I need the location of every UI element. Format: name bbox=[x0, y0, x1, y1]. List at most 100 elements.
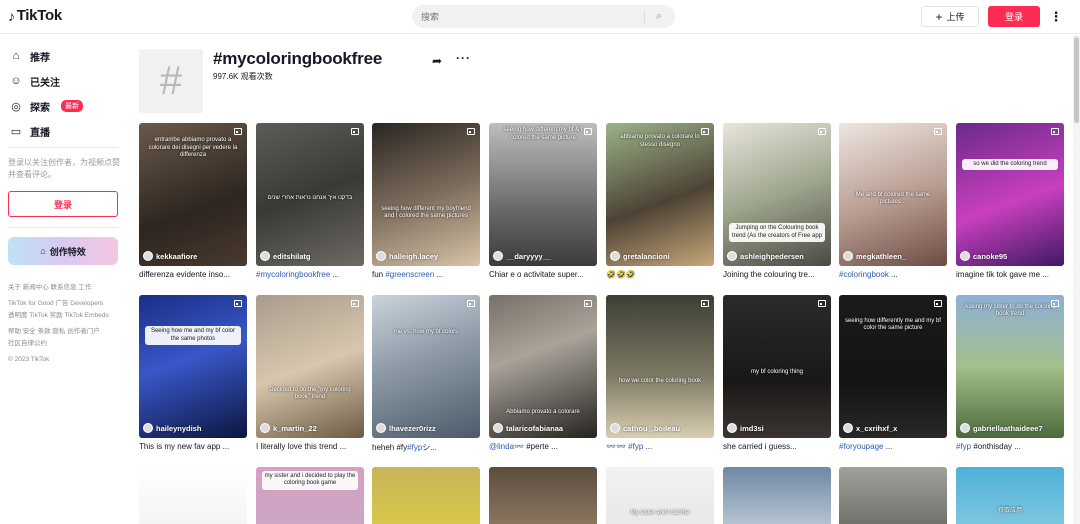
footer-links-row[interactable]: 帮助 安全 条款 隐私 创作者门户 bbox=[8, 327, 126, 336]
video-description[interactable]: 🤣🤣🤣 bbox=[606, 270, 714, 281]
video-description[interactable]: she carried i guess... bbox=[723, 442, 831, 453]
video-author[interactable]: editshilatg bbox=[260, 251, 311, 261]
video-description[interactable]: Chiar e o activitate super... bbox=[489, 270, 597, 281]
video-thumbnail[interactable] bbox=[139, 467, 247, 524]
video-description[interactable]: 👓👓 #fyp ... bbox=[606, 442, 714, 453]
video-author[interactable]: ashleighpedersen bbox=[727, 251, 804, 261]
video-author[interactable]: gretalancioni bbox=[610, 251, 670, 261]
video-author[interactable]: x_cxrihxf_x bbox=[843, 423, 897, 433]
video-card[interactable]: Decided to do the "my coloring book" tre… bbox=[256, 295, 364, 453]
video-author[interactable]: kekkaafiore bbox=[143, 251, 197, 261]
video-thumbnail[interactable]: how we color the coloring book cathou_.bo… bbox=[606, 295, 714, 438]
video-thumbnail[interactable]: Seeing how me and my bf color the same p… bbox=[139, 295, 247, 438]
video-description[interactable]: #mycoloringbookfree ... bbox=[256, 270, 364, 281]
hashtag-link[interactable]: #greenscreen bbox=[385, 270, 434, 279]
video-thumbnail[interactable]: my bf coloring thing imd3si bbox=[723, 295, 831, 438]
video-card[interactable]: 获取应用 bbox=[956, 467, 1064, 524]
video-description[interactable]: heheh #fy#fypシ... bbox=[372, 442, 480, 453]
video-author[interactable]: halleigh.lacey bbox=[376, 251, 438, 261]
video-card[interactable]: Me and bf colored the same pictures... me… bbox=[839, 123, 947, 281]
footer-links-row[interactable]: TikTok for Good 广告 Developers bbox=[8, 299, 126, 308]
hashtag-link[interactable]: #fyp bbox=[628, 442, 643, 451]
video-card[interactable]: how we color the coloring book cathou_.bo… bbox=[606, 295, 714, 453]
video-card[interactable]: entrambe abbiamo provato a colorare dei … bbox=[139, 123, 247, 281]
share-icon[interactable]: ➦ bbox=[432, 54, 442, 68]
video-thumbnail[interactable] bbox=[489, 467, 597, 524]
video-description[interactable]: #coloringbook ... bbox=[839, 270, 947, 281]
video-card[interactable]: me vs. how my bf colors lhavezer0rizz hehe… bbox=[372, 295, 480, 453]
video-thumbnail[interactable] bbox=[839, 467, 947, 524]
video-thumbnail[interactable]: me vs. how my bf colors lhavezer0rizz bbox=[372, 295, 480, 438]
sidebar-login-button[interactable]: 登录 bbox=[8, 191, 118, 217]
login-button[interactable]: 登录 bbox=[988, 6, 1040, 27]
video-thumbnail[interactable]: בדקנו איך אנחנו נראות אחרי שנים editshila… bbox=[256, 123, 364, 266]
video-description[interactable]: fun #greenscreen ... bbox=[372, 270, 480, 281]
video-card[interactable]: Asking my sister to do the coloring book… bbox=[956, 295, 1064, 453]
sidebar-item-for-you[interactable]: ⌂ 推荐 bbox=[10, 47, 50, 65]
hashtag-link[interactable]: #fyp bbox=[407, 443, 422, 452]
sidebar-item-explore[interactable]: ◎ 探索 最新 bbox=[10, 97, 83, 115]
video-description[interactable]: #fyp #onthisday ... bbox=[956, 442, 1064, 453]
video-card[interactable] bbox=[139, 467, 247, 524]
search-input[interactable] bbox=[412, 11, 644, 22]
video-thumbnail[interactable]: My sister and I did the bbox=[606, 467, 714, 524]
create-effects-button[interactable]: ⌂ 创作特效 bbox=[8, 237, 118, 265]
video-card[interactable]: seeing how different my bf & I colored t… bbox=[489, 123, 597, 281]
video-author[interactable]: gabriellaathaideee7 bbox=[960, 423, 1043, 433]
search-icon[interactable]: ⌕ bbox=[645, 10, 673, 23]
video-card[interactable] bbox=[839, 467, 947, 524]
video-thumbnail[interactable]: abbiamo provato a colorare lo stesso dis… bbox=[606, 123, 714, 266]
video-thumbnail[interactable]: so we did the coloring trend canoke95 bbox=[956, 123, 1064, 266]
video-thumbnail[interactable]: seeing how differently me and my bf colo… bbox=[839, 295, 947, 438]
video-description[interactable]: Joining the colouring tre... bbox=[723, 270, 831, 281]
video-author[interactable]: imd3si bbox=[727, 423, 764, 433]
scrollbar[interactable] bbox=[1073, 35, 1080, 524]
video-card[interactable] bbox=[372, 467, 480, 524]
video-thumbnail[interactable]: entrambe abbiamo provato a colorare dei … bbox=[139, 123, 247, 266]
video-thumbnail[interactable]: Abbiamo provato a colorare talaricofabian… bbox=[489, 295, 597, 438]
video-card[interactable]: seeing how differently me and my bf colo… bbox=[839, 295, 947, 453]
video-author[interactable]: k_martin_22 bbox=[260, 423, 317, 433]
video-card[interactable]: abbiamo provato a colorare lo stesso dis… bbox=[606, 123, 714, 281]
hashtag-link[interactable]: #foryoupage bbox=[839, 442, 883, 451]
sidebar-item-following[interactable]: ☺ 已关注 bbox=[10, 72, 60, 90]
video-thumbnail[interactable]: Decided to do the "my coloring book" tre… bbox=[256, 295, 364, 438]
video-card[interactable] bbox=[489, 467, 597, 524]
video-card[interactable]: Seeing how me and my bf color the same p… bbox=[139, 295, 247, 453]
video-card[interactable]: seeing how different my boyfriend and I … bbox=[372, 123, 480, 281]
video-card[interactable]: so we did the coloring trend canoke95 imag… bbox=[956, 123, 1064, 281]
footer-links-row[interactable]: 关于 新闻中心 联系信息 工作 bbox=[8, 283, 126, 292]
video-card[interactable]: my sister and i decided to play the colo… bbox=[256, 467, 364, 524]
video-card[interactable] bbox=[723, 467, 831, 524]
video-author[interactable]: talaricofabianaa bbox=[493, 423, 563, 433]
video-thumbnail[interactable]: Me and bf colored the same pictures... me… bbox=[839, 123, 947, 266]
video-description[interactable]: @linda👓 #perte ... bbox=[489, 442, 597, 453]
video-description[interactable]: #foryoupage ... bbox=[839, 442, 947, 453]
video-description[interactable]: This is my new fav app ... bbox=[139, 442, 247, 453]
hashtag-link[interactable]: #coloringbook bbox=[839, 270, 889, 279]
video-author[interactable]: cathou_.boileau bbox=[610, 423, 680, 433]
upload-button[interactable]: + 上传 bbox=[921, 6, 979, 27]
video-card[interactable]: my bf coloring thing imd3si she carried i … bbox=[723, 295, 831, 453]
video-author[interactable]: lhavezer0rizz bbox=[376, 423, 436, 433]
hashtag-link[interactable]: #fyp bbox=[956, 442, 971, 451]
more-menu-icon[interactable]: ⋮ bbox=[1049, 7, 1063, 27]
video-author[interactable]: canoke95 bbox=[960, 251, 1007, 261]
video-card[interactable]: My sister and I did the bbox=[606, 467, 714, 524]
video-author[interactable]: __daryyyy__ bbox=[493, 251, 551, 261]
video-thumbnail[interactable]: my sister and i decided to play the colo… bbox=[256, 467, 364, 524]
sidebar-item-live[interactable]: ▭ 直播 bbox=[10, 122, 50, 140]
hashtag-link[interactable]: @linda bbox=[489, 442, 514, 451]
video-description[interactable]: I literally love this trend ... bbox=[256, 442, 364, 453]
scrollbar-thumb[interactable] bbox=[1074, 37, 1079, 123]
more-options-icon[interactable]: ··· bbox=[456, 51, 471, 65]
tiktok-logo[interactable]: ♪ TikTok bbox=[8, 7, 62, 24]
video-author[interactable]: haileynydish bbox=[143, 423, 201, 433]
video-thumbnail[interactable]: 获取应用 bbox=[956, 467, 1064, 524]
hashtag-link[interactable]: #mycoloringbookfree bbox=[256, 270, 330, 279]
video-thumbnail[interactable]: Jumping on the Colouring book trend (As … bbox=[723, 123, 831, 266]
footer-links-row[interactable]: 透明度 TikTok 奖励 TikTok Embeds bbox=[8, 311, 126, 320]
footer-links-row[interactable]: 社区自律公约 bbox=[8, 339, 126, 348]
video-thumbnail[interactable]: seeing how different my bf & I colored t… bbox=[489, 123, 597, 266]
video-thumbnail[interactable]: seeing how different my boyfriend and I … bbox=[372, 123, 480, 266]
